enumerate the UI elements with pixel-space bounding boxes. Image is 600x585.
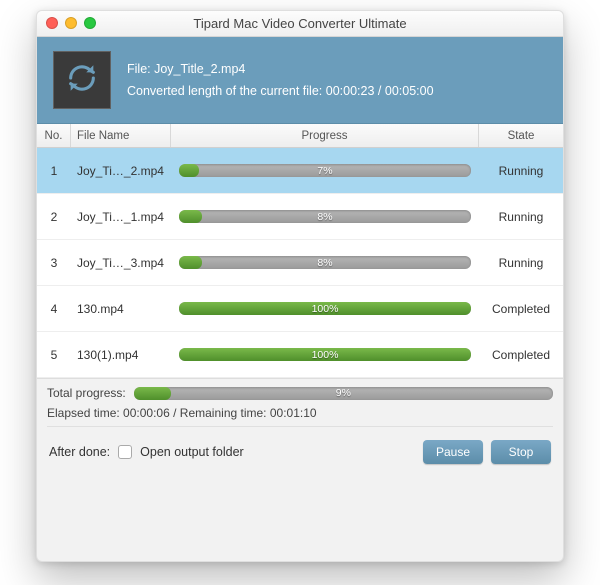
file-thumbnail — [53, 51, 111, 109]
current-file-name: Joy_Title_2.mp4 — [154, 62, 245, 76]
conversion-info-panel: File: Joy_Title_2.mp4 Converted length o… — [37, 37, 563, 124]
file-label: File: — [127, 62, 151, 76]
row-state: Running — [479, 164, 563, 178]
open-output-folder-checkbox[interactable] — [118, 445, 132, 459]
row-no: 3 — [37, 256, 71, 270]
minimize-icon[interactable] — [65, 17, 77, 29]
progress-pct: 8% — [179, 210, 471, 223]
time-separator: / — [173, 406, 176, 420]
col-state[interactable]: State — [479, 124, 563, 147]
row-state: Running — [479, 256, 563, 270]
elapsed-time-label: Elapsed time: — [47, 406, 120, 420]
col-filename[interactable]: File Name — [71, 124, 171, 147]
open-output-folder-label: Open output folder — [140, 445, 244, 459]
summary-panel: Total progress: 9% Elapsed time: 00:00:0… — [37, 378, 563, 430]
row-no: 1 — [37, 164, 71, 178]
progress-bar: 100% — [179, 348, 471, 361]
progress-pct: 8% — [179, 256, 471, 269]
progress-pct: 100% — [179, 302, 471, 315]
stop-button[interactable]: Stop — [491, 440, 551, 464]
remaining-time-value: 00:01:10 — [270, 406, 317, 420]
total-progress-pct: 9% — [134, 387, 553, 400]
refresh-icon — [65, 61, 99, 100]
row-filename: Joy_Ti…_1.mp4 — [71, 210, 171, 224]
row-progress: 8% — [171, 256, 479, 269]
close-icon[interactable] — [46, 17, 58, 29]
row-no: 5 — [37, 348, 71, 362]
row-state: Completed — [479, 348, 563, 362]
progress-bar: 100% — [179, 302, 471, 315]
elapsed-time-value: 00:00:06 — [123, 406, 170, 420]
progress-pct: 7% — [179, 164, 471, 177]
progress-bar: 7% — [179, 164, 471, 177]
row-filename: Joy_Ti…_3.mp4 — [71, 256, 171, 270]
converted-length-label: Converted length of the current file: — [127, 84, 322, 98]
col-no[interactable]: No. — [37, 124, 71, 147]
file-list: 1Joy_Ti…_2.mp4 7% Running 2Joy_Ti…_1.mp4 8% R… — [37, 148, 563, 378]
row-progress: 8% — [171, 210, 479, 223]
table-row[interactable]: 4130.mp4 100% Completed — [37, 286, 563, 332]
total-progress-label: Total progress: — [47, 386, 126, 400]
after-done-label: After done: — [49, 445, 110, 459]
row-state: Completed — [479, 302, 563, 316]
traffic-lights — [46, 17, 96, 29]
converted-length-total: 00:05:00 — [385, 84, 434, 98]
progress-pct: 100% — [179, 348, 471, 361]
progress-bar: 8% — [179, 210, 471, 223]
app-window: Tipard Mac Video Converter Ultimate File… — [36, 10, 564, 562]
table-row[interactable]: 2Joy_Ti…_1.mp4 8% Running — [37, 194, 563, 240]
window-title: Tipard Mac Video Converter Ultimate — [37, 16, 563, 31]
converted-length-elapsed: 00:00:23 — [326, 84, 375, 98]
table-row[interactable]: 3Joy_Ti…_3.mp4 8% Running — [37, 240, 563, 286]
total-progress-bar: 9% — [134, 387, 553, 400]
remaining-time-label: Remaining time: — [180, 406, 267, 420]
pause-button[interactable]: Pause — [423, 440, 483, 464]
row-filename: 130.mp4 — [71, 302, 171, 316]
titlebar: Tipard Mac Video Converter Ultimate — [37, 11, 563, 37]
length-separator: / — [378, 84, 381, 98]
table-header: No. File Name Progress State — [37, 124, 563, 148]
table-row[interactable]: 5130(1).mp4 100% Completed — [37, 332, 563, 378]
footer: After done: Open output folder Pause Sto… — [37, 430, 563, 474]
table-row[interactable]: 1Joy_Ti…_2.mp4 7% Running — [37, 148, 563, 194]
row-progress: 100% — [171, 348, 479, 361]
conversion-info-text: File: Joy_Title_2.mp4 Converted length o… — [127, 58, 434, 103]
row-filename: 130(1).mp4 — [71, 348, 171, 362]
row-state: Running — [479, 210, 563, 224]
row-progress: 7% — [171, 164, 479, 177]
zoom-icon[interactable] — [84, 17, 96, 29]
row-no: 4 — [37, 302, 71, 316]
row-progress: 100% — [171, 302, 479, 315]
progress-bar: 8% — [179, 256, 471, 269]
row-no: 2 — [37, 210, 71, 224]
row-filename: Joy_Ti…_2.mp4 — [71, 164, 171, 178]
col-progress[interactable]: Progress — [171, 124, 479, 147]
